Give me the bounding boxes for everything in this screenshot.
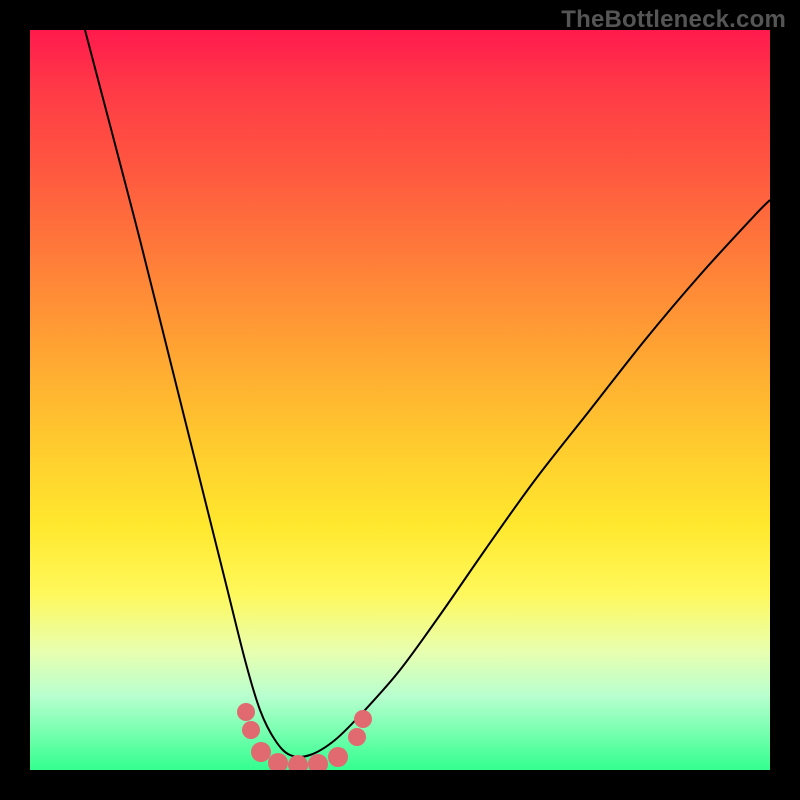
curve-marker (348, 728, 366, 746)
curve-marker (328, 747, 348, 767)
bottleneck-curve (85, 30, 770, 757)
curve-markers (237, 703, 372, 770)
chart-svg (30, 30, 770, 770)
curve-marker (251, 742, 271, 762)
curve-marker (308, 754, 328, 770)
curve-marker (237, 703, 255, 721)
chart-frame: TheBottleneck.com (0, 0, 800, 800)
curve-marker (242, 721, 260, 739)
curve-marker (268, 753, 288, 770)
plot-area (30, 30, 770, 770)
curve-marker (354, 710, 372, 728)
